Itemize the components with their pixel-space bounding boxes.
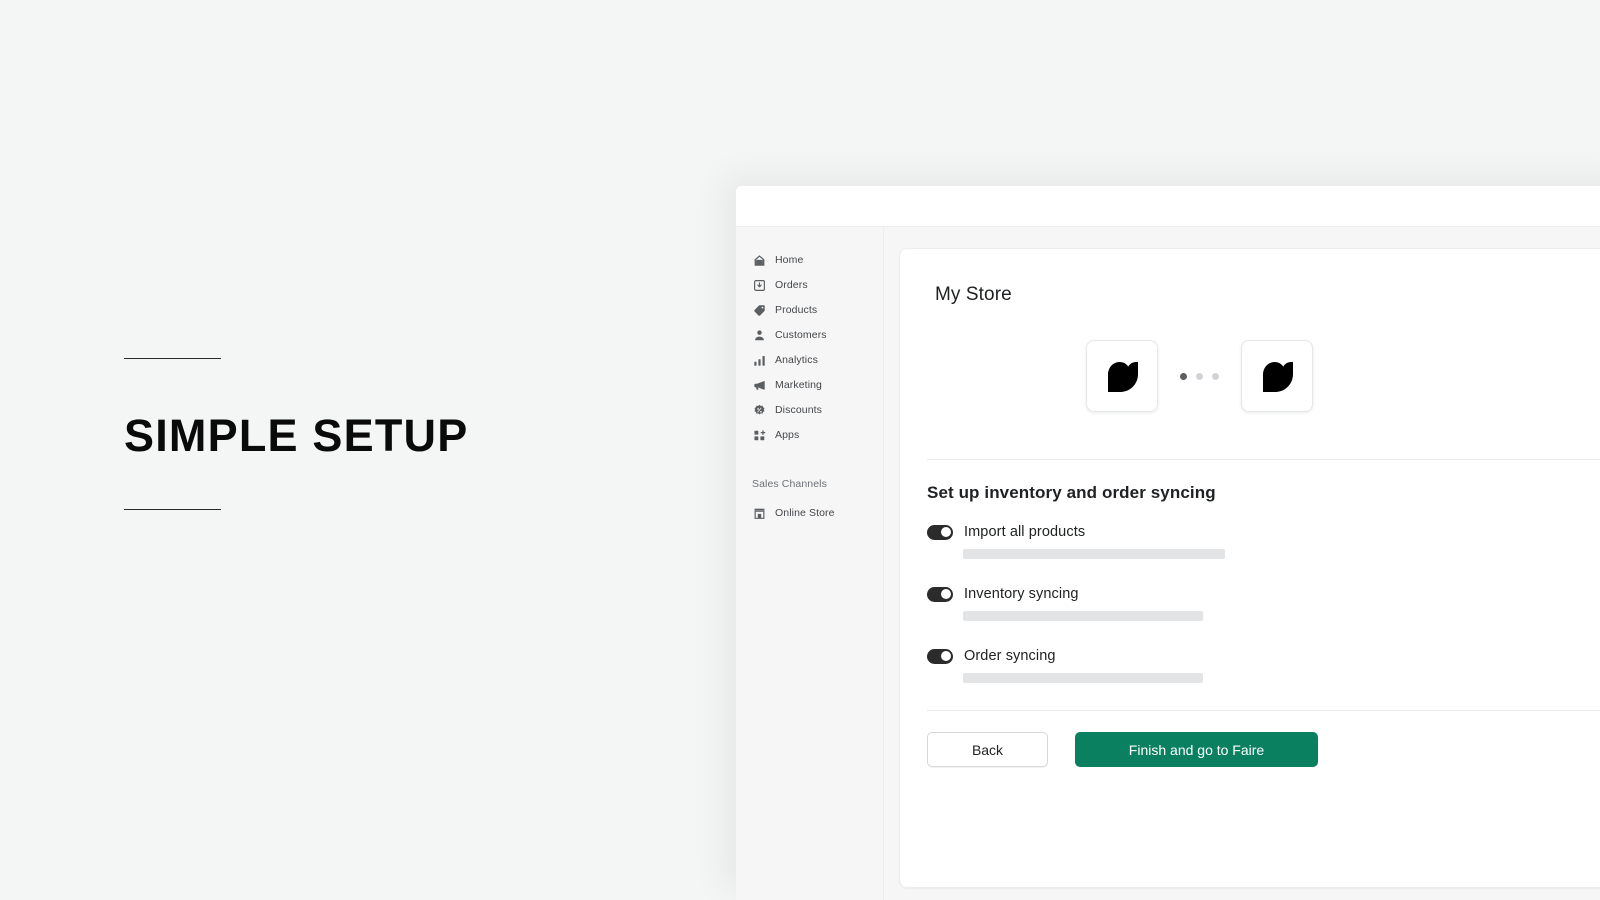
- faire-heart-logo-icon: [1104, 360, 1140, 393]
- customers-person-icon: [752, 329, 766, 343]
- toggle-knob: [940, 527, 951, 537]
- app-window: Home Orders Products Customers Analytics…: [736, 186, 1600, 900]
- marketing-megaphone-icon: [752, 379, 766, 393]
- hero-rule-bottom: [124, 509, 221, 510]
- connector-dot-1: [1180, 372, 1187, 380]
- faire-heart-logo-icon: [1259, 360, 1295, 393]
- discounts-badge-icon: [752, 404, 766, 418]
- toggle-line: Inventory syncing: [927, 586, 1600, 602]
- toggle-label: Order syncing: [964, 648, 1056, 664]
- toggle-knob: [940, 651, 951, 661]
- sidebar-item-analytics[interactable]: Analytics: [736, 348, 883, 373]
- window-body: Home Orders Products Customers Analytics…: [736, 227, 1600, 900]
- connector-dot-3: [1212, 372, 1219, 380]
- connector-dots: [1180, 372, 1219, 380]
- toggle-knob: [940, 589, 951, 599]
- sidebar-section-title: Sales Channels: [752, 478, 827, 490]
- placeholder-bar: [963, 673, 1203, 683]
- hero-rule-top: [124, 358, 221, 359]
- inventory-syncing-toggle[interactable]: [927, 586, 953, 602]
- setup-card: My Store Set up inventory and order sync…: [899, 248, 1600, 888]
- sidebar-item-orders[interactable]: Orders: [736, 273, 883, 298]
- sidebar-item-label: Discounts: [775, 404, 823, 417]
- sidebar-item-home[interactable]: Home: [736, 248, 883, 273]
- sidebar-item-label: Apps: [775, 429, 800, 442]
- sync-settings-section: Set up inventory and order syncing Impor…: [900, 460, 1600, 683]
- sidebar-item-label: Online Store: [775, 507, 835, 520]
- sidebar-item-marketing[interactable]: Marketing: [736, 373, 883, 398]
- back-button[interactable]: Back: [927, 732, 1048, 767]
- toggle-line: Order syncing: [927, 648, 1600, 664]
- toggle-line: Import all products: [927, 524, 1600, 540]
- hero-panel: SIMPLE SETUP: [0, 0, 740, 900]
- window-topbar: [736, 186, 1600, 227]
- sidebar-item-apps[interactable]: Apps: [736, 423, 883, 448]
- analytics-bars-icon: [752, 354, 766, 368]
- destination-logo-card: [1241, 340, 1313, 412]
- finish-and-go-to-faire-button[interactable]: Finish and go to Faire: [1075, 732, 1318, 767]
- page-title: SIMPLE SETUP: [124, 410, 469, 461]
- placeholder-bar: [963, 611, 1203, 621]
- home-icon: [752, 254, 766, 268]
- toggle-row-order-syncing: Order syncing: [927, 648, 1600, 683]
- toggle-label: Inventory syncing: [964, 586, 1079, 602]
- sidebar-item-customers[interactable]: Customers: [736, 323, 883, 348]
- sidebar-item-label: Products: [775, 304, 818, 317]
- main-content: My Store Set up inventory and order sync…: [884, 227, 1600, 900]
- sidebar: Home Orders Products Customers Analytics…: [736, 227, 884, 900]
- source-logo-card: [1086, 340, 1158, 412]
- sidebar-item-label: Marketing: [775, 379, 823, 392]
- hero-content: SIMPLE SETUP: [124, 358, 644, 510]
- apps-grid-plus-icon: [752, 429, 766, 443]
- card-footer: Back Finish and go to Faire: [900, 711, 1600, 767]
- sidebar-item-label: Orders: [775, 279, 808, 292]
- sidebar-item-products[interactable]: Products: [736, 298, 883, 323]
- sync-section-title: Set up inventory and order syncing: [927, 483, 1216, 502]
- toggle-row-import-all-products: Import all products: [927, 524, 1600, 559]
- import-all-products-toggle[interactable]: [927, 524, 953, 540]
- sidebar-item-label: Customers: [775, 329, 827, 342]
- order-syncing-toggle[interactable]: [927, 648, 953, 664]
- logo-connector: [900, 306, 1600, 412]
- connector-dot-2: [1196, 372, 1203, 380]
- orders-icon: [752, 279, 766, 293]
- sidebar-item-discounts[interactable]: Discounts: [736, 398, 883, 423]
- toggle-row-inventory-syncing: Inventory syncing: [927, 586, 1600, 621]
- sidebar-item-label: Home: [775, 254, 804, 267]
- sidebar-item-label: Analytics: [775, 354, 818, 367]
- storefront-icon: [752, 507, 766, 521]
- toggle-label: Import all products: [964, 524, 1086, 540]
- store-name-heading: My Store: [935, 284, 1012, 305]
- sidebar-item-online-store[interactable]: Online Store: [736, 501, 883, 526]
- placeholder-bar: [963, 549, 1225, 559]
- products-tag-icon: [752, 304, 766, 318]
